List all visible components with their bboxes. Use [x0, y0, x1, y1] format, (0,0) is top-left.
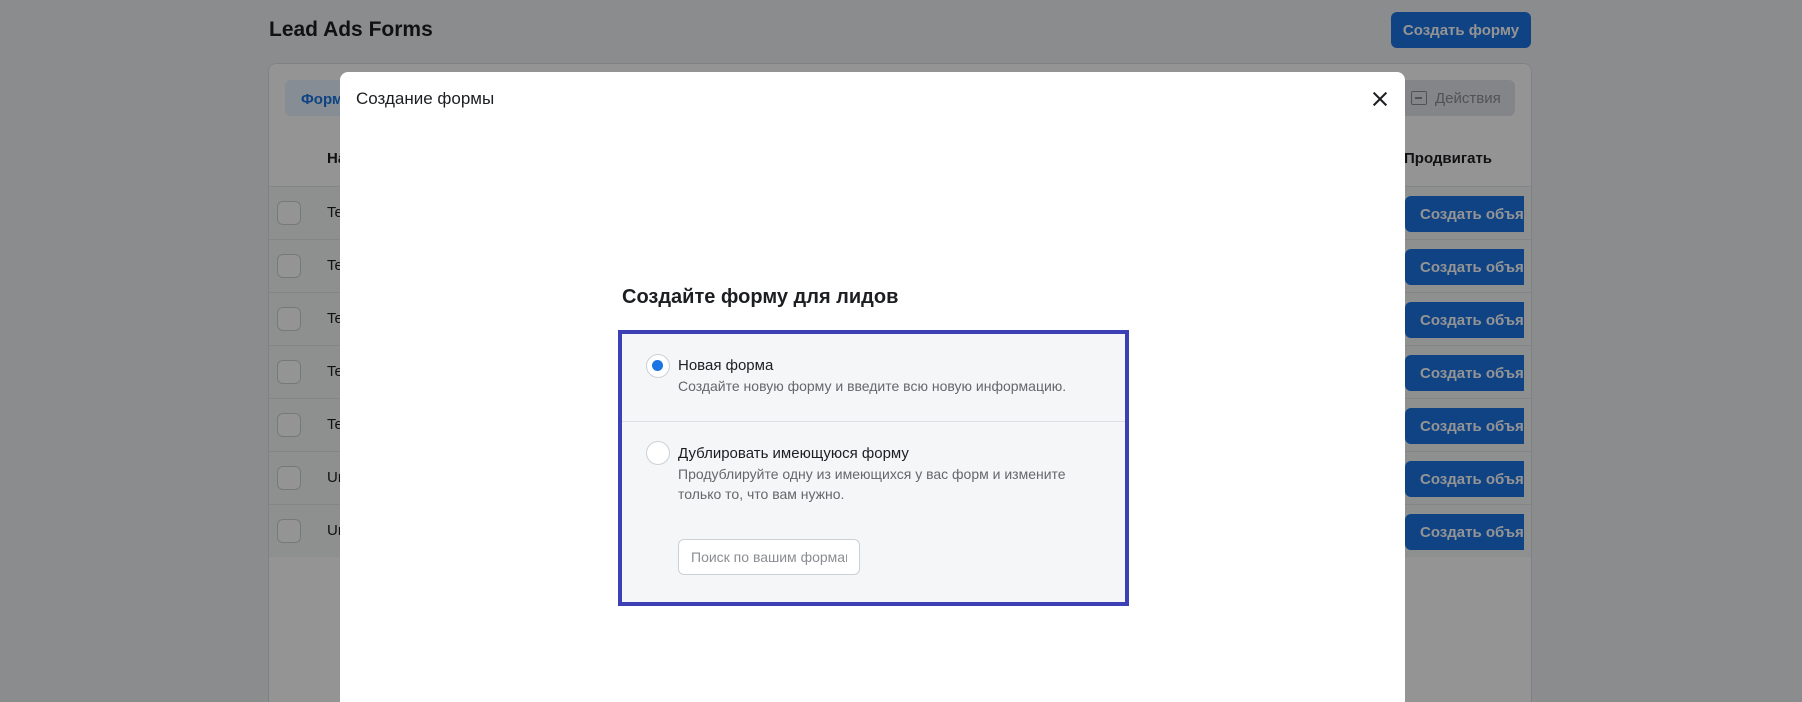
option-new-form-description: Создайте новую форму и введите всю новую…: [678, 378, 1067, 394]
form-type-options: Новая форма Создайте новую форму и введи…: [618, 330, 1129, 606]
section-title: Создайте форму для лидов: [622, 286, 899, 308]
option-new-form[interactable]: Новая форма Создайте новую форму и введи…: [622, 334, 1125, 422]
close-icon[interactable]: [1364, 83, 1396, 115]
option-duplicate-form-label: Дублировать имеющуюся форму: [678, 445, 909, 462]
create-form-dialog: Создание формы Создайте форму для лидов …: [340, 72, 1405, 702]
option-duplicate-form[interactable]: Дублировать имеющуюся форму Продублируйт…: [622, 422, 1125, 602]
search-forms-input[interactable]: [678, 539, 860, 575]
option-duplicate-form-description: Продублируйте одну из имеющихся у вас фо…: [678, 466, 1066, 502]
radio-duplicate-form[interactable]: [646, 441, 670, 465]
option-new-form-label: Новая форма: [678, 357, 774, 374]
dialog-title: Создание формы: [356, 89, 495, 108]
radio-new-form[interactable]: [646, 354, 670, 378]
